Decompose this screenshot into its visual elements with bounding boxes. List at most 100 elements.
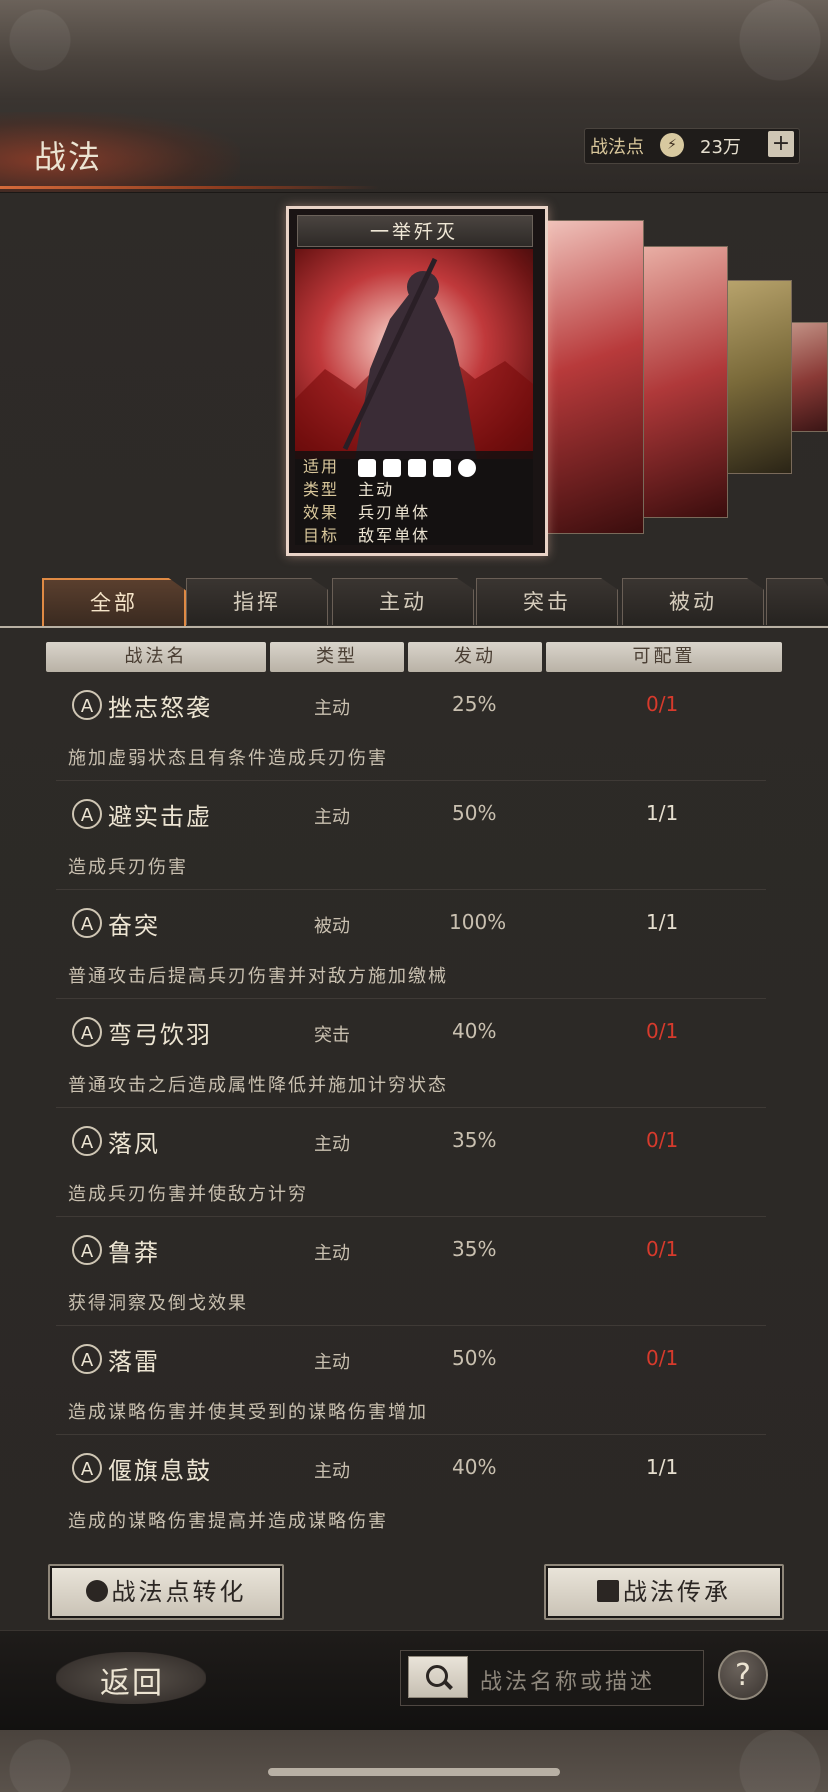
row-divider [56,1216,766,1217]
card-info-value: 兵刃单体 [358,503,431,522]
search-placeholder[interactable]: 战法名称或描述 [480,1664,655,1696]
skill-name: 落雷 [108,1348,160,1376]
skill-description: 造成的谋略伤害提高并造成谋略伤害 [68,1511,388,1532]
skill-description: 造成谋略伤害并使其受到的谋略伤害增加 [68,1402,428,1423]
tab-more[interactable] [766,578,828,625]
skill-description: 施加虚弱状态且有条件造成兵刃伤害 [68,748,388,769]
card-info-panel: 适用 类型 主动 效果 兵刃单体 目标 敌军单体 [295,451,533,545]
row-divider [56,1325,766,1326]
convert-points-button[interactable]: 战法点转化 [48,1564,284,1620]
search-icon[interactable] [408,1656,468,1698]
skill-type: 主动 [314,1243,350,1264]
skill-description: 造成兵刃伤害 [68,857,188,878]
skill-name: 避实击虚 [108,803,212,831]
help-button[interactable]: ? [718,1650,768,1700]
skill-config: 1/1 [646,910,679,934]
row-divider [56,780,766,781]
skill-name: 弯弓饮羽 [108,1021,212,1049]
tabs-divider [0,626,828,628]
card-info-row: 适用 [303,453,483,477]
skill-description: 普通攻击之后造成属性降低并施加计穷状态 [68,1075,448,1096]
row-divider [56,889,766,890]
card-title: 一举歼灭 [369,221,458,243]
skill-type: 被动 [314,916,350,937]
top-background [0,0,828,100]
chariot-icon [458,458,477,477]
skill-type: 突击 [314,1025,350,1046]
inherit-tactic-label: 战法传承 [623,1578,731,1606]
skill-config: 0/1 [646,1019,679,1043]
skill-rate: 40% [452,1019,497,1043]
skill-rate: 35% [452,1128,497,1152]
skill-type: 主动 [314,1461,350,1482]
skill-config: 0/1 [646,1128,679,1152]
skill-type: 主动 [314,807,350,828]
skill-grade-badge: A [72,908,102,938]
skill-rate: 40% [452,1455,497,1479]
card-info-value: 敌军单体 [358,526,431,545]
skill-name: 鲁莽 [108,1239,160,1267]
title-underline [0,186,380,189]
shield-icon [383,458,402,477]
tab-all[interactable]: 全部 [42,578,186,628]
spear-icon [433,458,452,477]
skill-rate: 25% [452,692,497,716]
skill-grade-badge: A [72,690,102,720]
flame-icon [85,1580,108,1602]
column-header-name[interactable]: 战法名 [46,642,266,672]
convert-points-label: 战法点转化 [111,1578,247,1606]
add-points-button[interactable]: + [768,131,794,157]
tab-command[interactable]: 指挥 [186,578,328,625]
card-info-row: 效果 兵刃单体 [303,499,430,523]
cavalry-icon [358,458,377,477]
skill-grade-badge: A [72,1235,102,1265]
tactic-points-label: 战法点 [590,137,644,158]
skill-grade-badge: A [72,799,102,829]
row-divider [56,1434,766,1435]
row-divider [56,998,766,999]
skill-type: 主动 [314,698,350,719]
hammer-icon [597,1580,619,1602]
card-stack-back-0[interactable] [540,220,644,534]
card-artwork [295,249,533,459]
back-button-label[interactable]: 返回 [100,1658,164,1702]
tab-assault[interactable]: 突击 [476,578,618,625]
column-header-type[interactable]: 类型 [270,642,404,672]
warrior-silhouette [295,257,533,459]
card-info-key: 目标 [303,526,340,545]
skill-name: 奋突 [108,912,160,940]
home-indicator[interactable] [268,1768,560,1776]
row-divider [56,1107,766,1108]
skill-rate: 35% [452,1237,497,1261]
skill-type: 主动 [314,1352,350,1373]
card-info-key: 类型 [303,480,340,499]
card-stack-back-1[interactable] [636,246,728,518]
tactic-points-value: 23万 [700,137,741,158]
tab-active[interactable]: 主动 [332,578,474,625]
bottom-background [0,1730,828,1792]
skill-rate: 100% [449,910,507,934]
skill-config: 1/1 [646,801,679,825]
selected-tactic-card[interactable]: 一举歼灭 适用 类型 主动 效果 兵刃单体 目标 敌军单体 [286,206,548,556]
skill-description: 普通攻击后提高兵刃伤害并对敌方施加缴械 [68,966,448,987]
skill-rate: 50% [452,801,497,825]
column-header-rate[interactable]: 发动 [408,642,542,672]
column-header-config[interactable]: 可配置 [546,642,782,672]
skill-name: 偃旗息鼓 [108,1457,212,1485]
skill-config: 1/1 [646,1455,679,1479]
skill-config: 0/1 [646,1237,679,1261]
skill-grade-badge: A [72,1017,102,1047]
skill-name: 落凤 [108,1130,160,1158]
tactic-point-icon: ⚡ [660,133,684,157]
bow-icon [408,458,427,477]
tab-passive[interactable]: 被动 [622,578,764,625]
skill-description: 造成兵刃伤害并使敌方计穷 [68,1184,308,1205]
card-info-value: 主动 [358,480,395,499]
skill-grade-badge: A [72,1344,102,1374]
page-title: 战法 [34,138,103,176]
card-info-row: 类型 主动 [303,476,394,500]
skill-grade-badge: A [72,1453,102,1483]
skill-grade-badge: A [72,1126,102,1156]
inherit-tactic-button[interactable]: 战法传承 [544,1564,784,1620]
skill-config: 0/1 [646,692,679,716]
